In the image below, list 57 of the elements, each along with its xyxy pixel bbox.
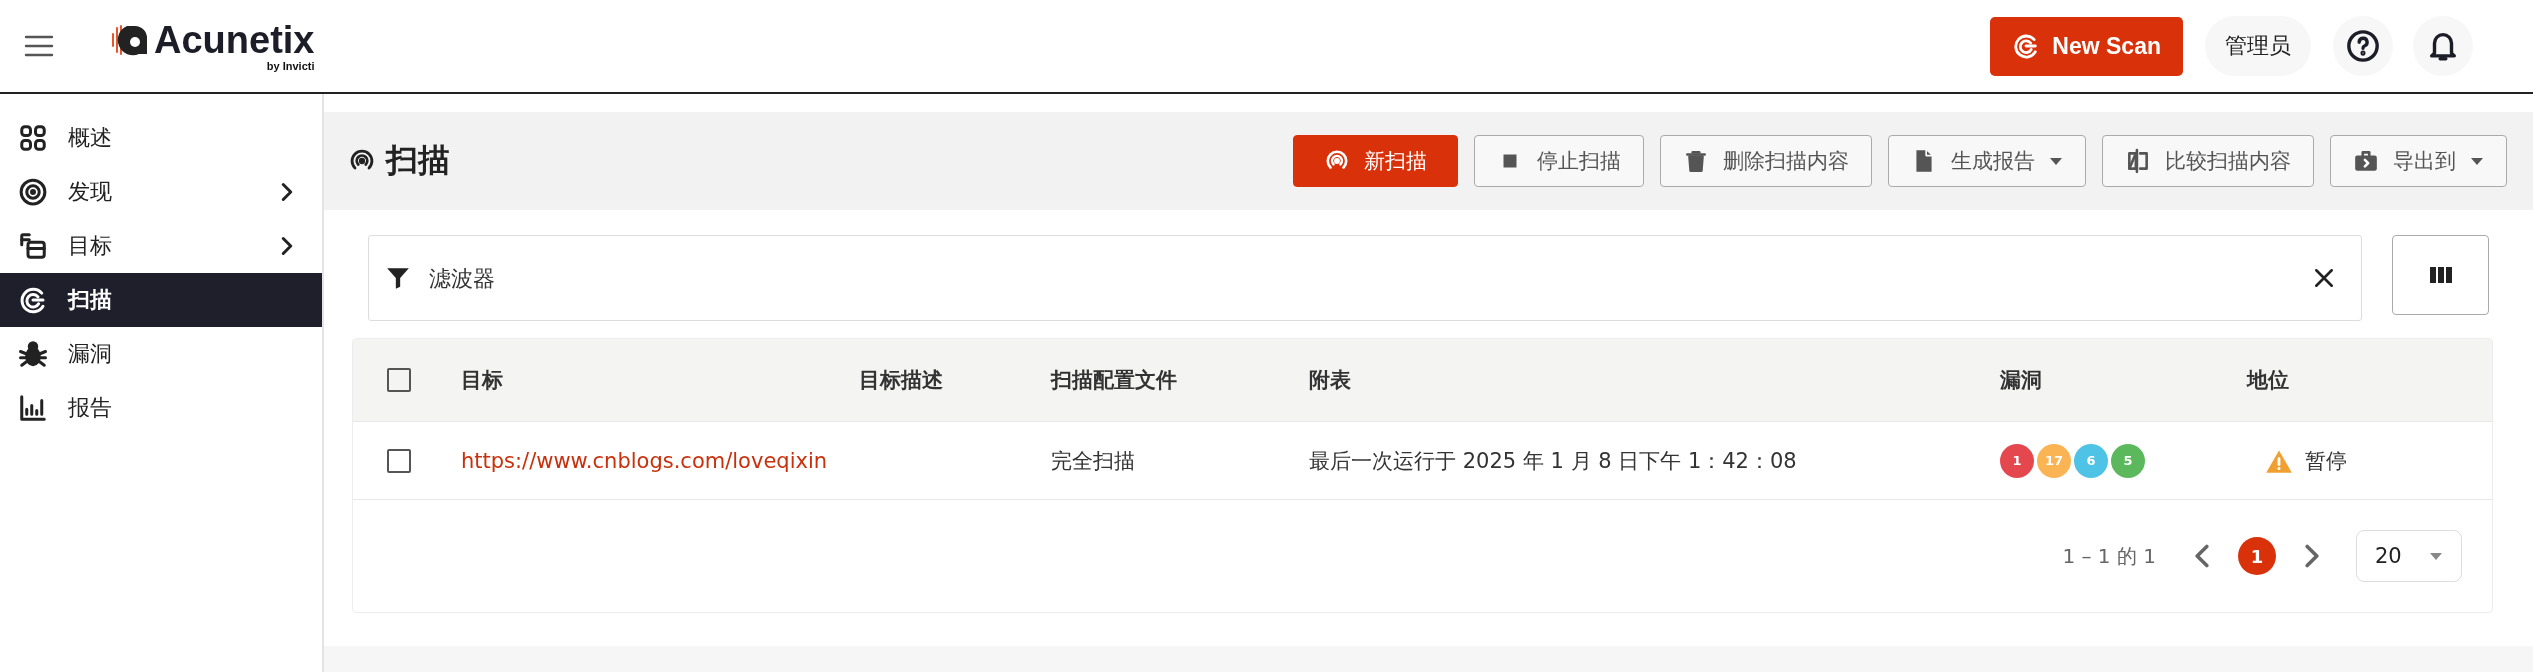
page-title: 扫描 (386, 140, 450, 181)
briefcase-icon (2353, 148, 2379, 174)
column-header[interactable]: 扫描配置文件 (1051, 366, 1177, 394)
column-header[interactable]: 漏洞 (2000, 366, 2042, 394)
close-icon (2313, 267, 2335, 289)
column-header[interactable]: 目标描述 (859, 366, 943, 394)
table-cell-text: 最后一次运行于 2025 年 1 月 8 日下午 1：42：08 (1309, 447, 1797, 475)
target-icon (18, 177, 48, 207)
page-size-select[interactable]: 20 (2356, 530, 2462, 582)
chevron-left-icon (2194, 544, 2210, 568)
sidebar-item[interactable]: 扫描 (0, 273, 322, 327)
caret-down-icon (2049, 156, 2063, 166)
checkbox[interactable] (387, 368, 411, 392)
column-header[interactable]: 附表 (1309, 366, 1351, 394)
bug-icon (18, 339, 48, 369)
sidebar-item[interactable]: 目标 (0, 219, 322, 273)
new-scan-button[interactable]: New Scan (1990, 16, 2183, 76)
windows-icon (18, 231, 48, 261)
page-button[interactable]: 1 (2238, 537, 2276, 575)
chevron-right-icon (2304, 544, 2320, 568)
checkbox[interactable] (387, 448, 411, 473)
toolbar-button[interactable]: 新扫描 (1293, 135, 1458, 187)
column-header[interactable]: 目标 (461, 366, 503, 394)
bar-chart-icon (18, 393, 48, 423)
menu-icon (24, 34, 54, 58)
compare-icon (2125, 148, 2151, 174)
dashboard-icon (18, 123, 48, 153)
severity-badge: 1 (2000, 443, 2034, 478)
severity-badge: 17 (2037, 443, 2071, 478)
target-link[interactable]: https://www.cnblogs.com/loveqixin (461, 448, 828, 473)
sidebar-item[interactable]: 发现 (0, 165, 322, 219)
help-icon (2346, 29, 2380, 63)
logo-tagline: by Invicti (266, 60, 315, 72)
severity-badge: 5 (2111, 443, 2145, 478)
table-cell-text: 完全扫描 (1051, 447, 1135, 475)
toolbar-button[interactable]: 停止扫描 (1474, 135, 1644, 187)
column-header[interactable]: 地位 (2247, 366, 2289, 394)
caret-down-icon (2470, 156, 2484, 166)
user-button[interactable]: 管理员 (2205, 16, 2311, 76)
filter-icon (385, 265, 411, 291)
sidebar-item[interactable]: 报告 (0, 381, 322, 435)
toolbar-button[interactable]: 比较扫描内容 (2102, 135, 2314, 187)
dropdown-button[interactable]: 导出到 (2330, 135, 2507, 187)
status-label: 暂停 (2305, 447, 2347, 475)
severity-badge: 6 (2074, 443, 2108, 478)
filter-input[interactable]: 滤波器 (427, 264, 2297, 292)
dropdown-button[interactable]: 生成报告 (1888, 135, 2086, 187)
columns-button[interactable] (2392, 235, 2489, 315)
sidebar-item[interactable]: 概述 (0, 111, 322, 165)
pagination-summary: 1 – 1 的 1 (2062, 542, 2156, 570)
logo-name: Acunetix (154, 20, 315, 60)
columns-icon (2428, 265, 2453, 285)
sidebar-item[interactable]: 漏洞 (0, 327, 322, 381)
filter-field[interactable]: 滤波器 (368, 235, 2362, 321)
trash-icon (1683, 148, 1709, 174)
toolbar-button[interactable]: 删除扫描内容 (1660, 135, 1872, 187)
caret-down-icon (2429, 551, 2443, 561)
